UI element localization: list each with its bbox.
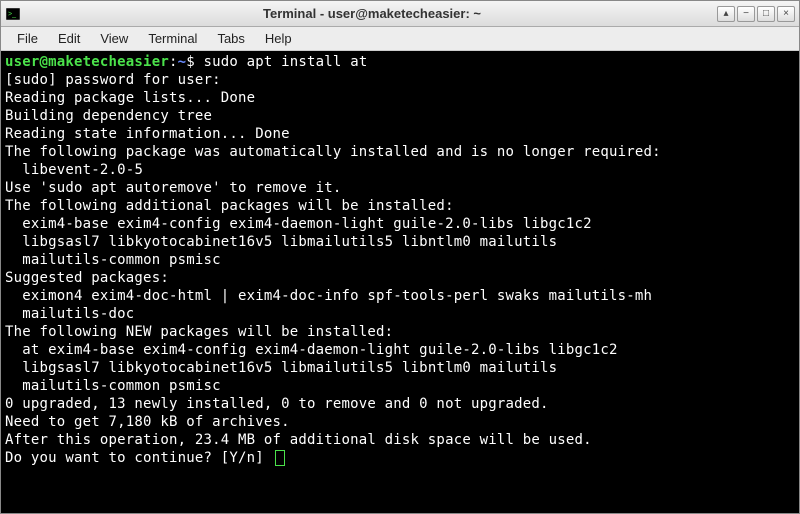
output-line: mailutils-doc [5,305,795,323]
output-line: eximon4 exim4-doc-html | exim4-doc-info … [5,287,795,305]
window-controls: ▴ − □ × [717,6,795,22]
output-line: The following additional packages will b… [5,197,795,215]
output-line: Use 'sudo apt autoremove' to remove it. [5,179,795,197]
terminal-icon: >_ [5,6,21,22]
output-line: The following NEW packages will be insta… [5,323,795,341]
menu-file[interactable]: File [7,29,48,48]
prompt-line: user@maketecheasier:~$ sudo apt install … [5,53,795,71]
prompt-command: sudo apt install at [204,54,368,70]
titlebar: >_ Terminal - user@maketecheasier: ~ ▴ −… [1,1,799,27]
prompt-user-host: user@maketecheasier [5,54,169,70]
output-line: Reading state information... Done [5,125,795,143]
output-line: exim4-base exim4-config exim4-daemon-lig… [5,215,795,233]
terminal-output[interactable]: user@maketecheasier:~$ sudo apt install … [1,51,799,513]
output-line: Suggested packages: [5,269,795,287]
output-line: [sudo] password for user: [5,71,795,89]
output-line: libevent-2.0-5 [5,161,795,179]
prompt-symbol: $ [186,54,203,70]
terminal-window: >_ Terminal - user@maketecheasier: ~ ▴ −… [0,0,800,514]
output-line: libgsasl7 libkyotocabinet16v5 libmailuti… [5,233,795,251]
menubar: File Edit View Terminal Tabs Help [1,27,799,51]
cursor [275,450,285,466]
output-line: mailutils-common psmisc [5,251,795,269]
output-line: mailutils-common psmisc [5,377,795,395]
menu-terminal[interactable]: Terminal [138,29,207,48]
menu-edit[interactable]: Edit [48,29,90,48]
output-line: 0 upgraded, 13 newly installed, 0 to rem… [5,395,795,413]
output-line: libgsasl7 libkyotocabinet16v5 libmailuti… [5,359,795,377]
svg-text:>_: >_ [8,11,16,18]
window-title: Terminal - user@maketecheasier: ~ [27,6,717,21]
menu-view[interactable]: View [90,29,138,48]
output-line: Reading package lists... Done [5,89,795,107]
output-line: The following package was automatically … [5,143,795,161]
close-button[interactable]: × [777,6,795,22]
menu-tabs[interactable]: Tabs [207,29,254,48]
output-line: at exim4-base exim4-config exim4-daemon-… [5,341,795,359]
prompt-path: ~ [178,54,187,70]
output-line: Building dependency tree [5,107,795,125]
output-line: After this operation, 23.4 MB of additio… [5,431,795,449]
prompt-separator: : [169,54,178,70]
output-line: Do you want to continue? [Y/n] [5,449,795,467]
window-up-button[interactable]: ▴ [717,6,735,22]
menu-help[interactable]: Help [255,29,302,48]
minimize-button[interactable]: − [737,6,755,22]
output-line: Need to get 7,180 kB of archives. [5,413,795,431]
maximize-button[interactable]: □ [757,6,775,22]
